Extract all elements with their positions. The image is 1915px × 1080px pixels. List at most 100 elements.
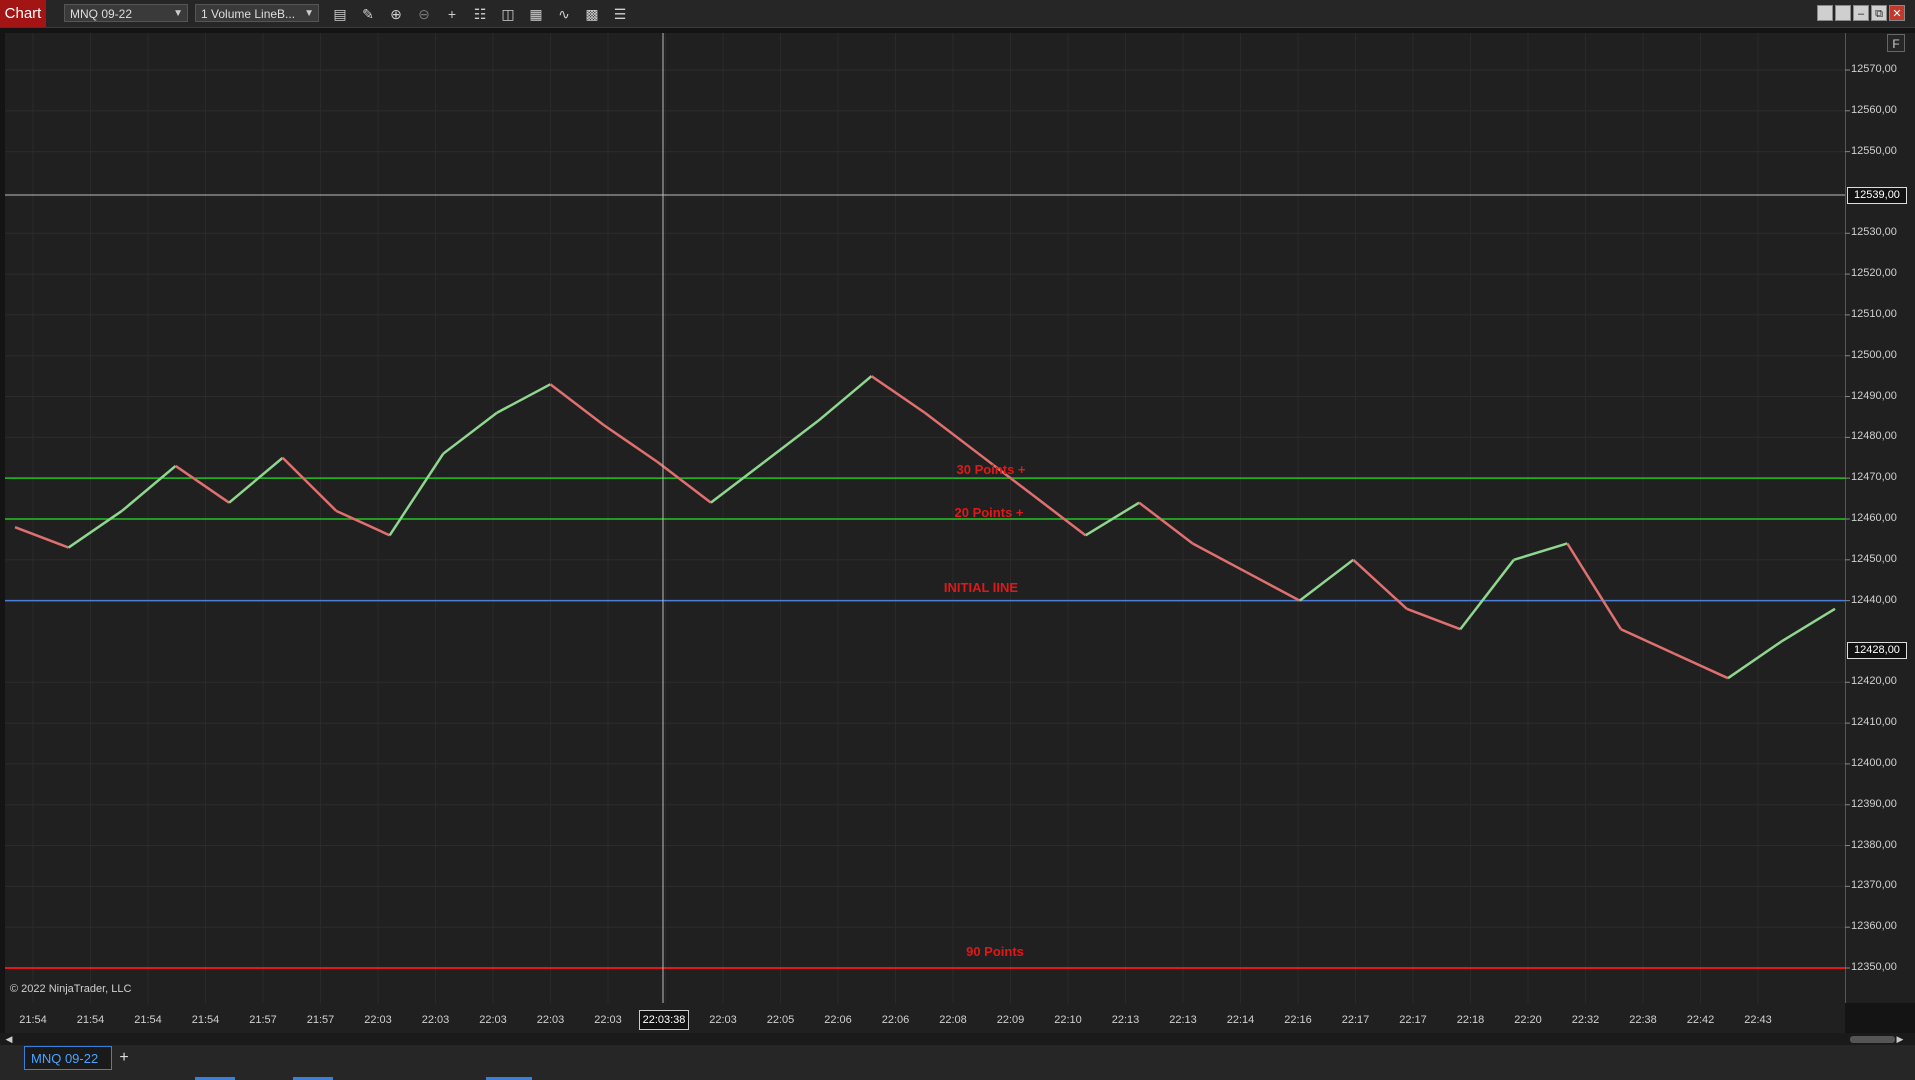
price-segment (228, 456, 284, 504)
time-label: 22:14 (1226, 1014, 1255, 1026)
copyright-text: © 2022 NinjaTrader, LLC (10, 983, 132, 995)
crosshair (5, 33, 1845, 1003)
price-label: 12480,00 (1851, 430, 1897, 443)
f-button[interactable]: F (1887, 34, 1905, 52)
price-segment (1352, 558, 1408, 610)
price-segment (1513, 542, 1568, 562)
price-label: 12400,00 (1851, 756, 1897, 769)
price-label: 12520,00 (1851, 267, 1897, 280)
price-label: 12450,00 (1851, 552, 1897, 565)
price-label: 12420,00 (1851, 675, 1897, 688)
crosshair-price-box: 12539,00 (1847, 187, 1907, 204)
price-segment (1566, 542, 1622, 630)
time-label: 21:57 (249, 1014, 277, 1026)
line-label-30-points: 30 Points + (956, 462, 1026, 477)
price-segment (281, 456, 338, 512)
time-label: 21:54 (134, 1014, 162, 1026)
time-label: 21:54 (76, 1014, 105, 1026)
time-label: 22:10 (1054, 1014, 1082, 1026)
price-label: 12410,00 (1851, 716, 1897, 729)
price-segment (1031, 493, 1087, 537)
price-segment (603, 424, 659, 463)
price-segment (1780, 607, 1836, 643)
line-label-20-points: 20 Points + (954, 505, 1024, 520)
price-segment (1727, 640, 1783, 680)
line-label-initial: INITIAL lINE (943, 580, 1019, 595)
price-label: 12360,00 (1851, 920, 1897, 933)
price-segment (1192, 542, 1247, 574)
time-label: 22:42 (1686, 1014, 1715, 1026)
price-label: 12550,00 (1851, 144, 1897, 157)
time-label: 22:38 (1629, 1014, 1657, 1026)
time-label: 22:06 (824, 1014, 852, 1026)
price-segment (1620, 628, 1675, 655)
scrollbar-thumb[interactable] (1850, 1036, 1895, 1043)
time-label: 22:03 (536, 1014, 565, 1026)
price-segment (442, 411, 498, 455)
price-segment (710, 460, 766, 504)
tab-mnq[interactable]: MNQ 09-22 (24, 1046, 112, 1070)
time-label: 22:32 (1571, 1014, 1600, 1026)
price-segment (1138, 501, 1194, 545)
price-segment (870, 375, 926, 414)
add-tab-button[interactable]: + (114, 1046, 134, 1070)
price-label: 12440,00 (1851, 593, 1897, 606)
price-label: 12560,00 (1851, 103, 1897, 116)
scroll-right-icon[interactable]: ▶ (1895, 1033, 1905, 1045)
time-label: 22:03 (709, 1014, 737, 1026)
time-label: 22:05 (766, 1014, 795, 1026)
time-label: 22:06 (881, 1014, 910, 1026)
price-segment (1673, 652, 1729, 680)
chart-grid (5, 33, 1850, 1003)
time-label: 21:54 (19, 1014, 47, 1026)
price-segment (817, 375, 873, 422)
price-segment (924, 411, 980, 455)
time-label: 22:13 (1111, 1014, 1140, 1026)
price-segment (549, 383, 605, 427)
price-segment (121, 464, 177, 512)
time-label: 21:54 (191, 1014, 220, 1026)
price-label: 12370,00 (1851, 879, 1897, 892)
price-segment (335, 509, 391, 537)
horizontal-scrollbar[interactable] (0, 1033, 1915, 1045)
time-label: 22:20 (1514, 1014, 1542, 1026)
price-label: 12380,00 (1851, 838, 1897, 851)
price-label: 12510,00 (1851, 307, 1897, 320)
price-segment (67, 509, 123, 549)
price-label: 12570,00 (1851, 63, 1897, 75)
tab-bar (0, 1045, 1915, 1080)
time-label: 22:03 (594, 1014, 622, 1026)
time-label: 22:13 (1169, 1014, 1197, 1026)
time-label: 22:17 (1341, 1014, 1370, 1026)
price-segment (1459, 559, 1515, 630)
price-label: 12350,00 (1851, 961, 1897, 973)
price-segment (1245, 570, 1301, 602)
price-label: 12470,00 (1851, 471, 1897, 484)
time-label: 22:09 (996, 1014, 1025, 1026)
crosshair-time-box: 22:03:38 (639, 1010, 689, 1030)
price-segment (1406, 607, 1461, 631)
price-label: 12390,00 (1851, 797, 1897, 810)
price-segment (14, 525, 69, 549)
time-label: 22:18 (1456, 1014, 1485, 1026)
price-segment (763, 420, 819, 463)
time-label: 22:43 (1744, 1014, 1772, 1026)
price-segment (174, 464, 230, 504)
line-label-90-points: 90 Points (966, 944, 1024, 959)
last-price-box: 12428,00 (1847, 642, 1907, 659)
time-label: 22:17 (1399, 1014, 1427, 1026)
scroll-left-icon[interactable]: ◀ (4, 1033, 14, 1045)
price-label: 12530,00 (1851, 226, 1897, 239)
price-label: 12500,00 (1851, 348, 1897, 361)
price-series (14, 375, 1836, 680)
price-label: 12460,00 (1851, 512, 1897, 524)
price-segment (496, 383, 551, 414)
time-label: 22:08 (939, 1014, 967, 1026)
time-label: 22:03 (479, 1014, 507, 1026)
time-label: 22:03 (364, 1014, 392, 1026)
time-label: 22:16 (1284, 1014, 1312, 1026)
price-segment (1298, 558, 1354, 602)
time-label: 22:03 (421, 1014, 450, 1026)
price-label: 12490,00 (1851, 389, 1897, 402)
time-label: 21:57 (306, 1014, 335, 1026)
